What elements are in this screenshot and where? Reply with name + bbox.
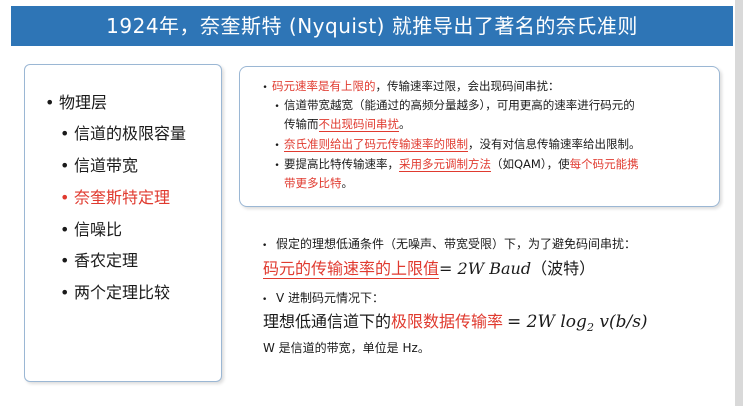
note-text: （如QAM），使 <box>491 157 570 171</box>
note-red-text: 奈氏准则给出了码元传输速率的限制 <box>284 137 468 152</box>
note-text: 。 <box>341 176 354 190</box>
nyquist-notes-box: • 码元速率是有上限的，传输速率过限，会出现码间串扰： • 信道带宽越宽（能通过的高… <box>239 66 720 207</box>
outline-item-compare: • 两个定理比较 <box>60 283 171 302</box>
max-rate-label: 极限数据传输率 <box>391 312 504 331</box>
note-nyquist-rule: • 奈氏准则给出了码元传输速率的限制，没有对信息传输速率给出限制。 <box>274 137 641 152</box>
assumption-line: • 假定的理想低通条件（无噪声、带宽受限）下，为了避免码间串扰： <box>262 237 637 251</box>
note-bandwidth: • 信道带宽越宽（能通过的高频分量越多），可用更高的速率进行码元的 <box>274 98 635 112</box>
outline-label: 两个定理比较 <box>74 283 171 302</box>
outline-item-shannon: • 香农定理 <box>60 251 139 270</box>
baud-limit-equation: = 2W Baud <box>439 259 532 278</box>
window-edge <box>735 0 743 406</box>
note-text: 要提高比特传输速率， <box>284 157 399 171</box>
max-rate-prefix: 理想低通信道下的 <box>263 312 392 331</box>
baud-limit-line: 码元的传输速率的上限值= 2W Baud（波特） <box>263 258 595 280</box>
note-multilevel-cont: 带更多比特。 <box>284 175 353 191</box>
outline-item-snr: • 信噪比 <box>60 220 123 239</box>
v-level-line: • V 进制码元情况下： <box>262 291 385 305</box>
outline-item-bandwidth: • 信道带宽 <box>60 156 139 175</box>
outline-panel: • 物理层 • 信道的极限容量 • 信道带宽 • 奈奎斯特定理 • 信噪比 • 香农定理 •… <box>24 64 222 382</box>
note-red-text: 采用多元调制方法 <box>399 157 491 172</box>
note-red-text: 每个码元能携 <box>569 157 639 171</box>
note-text: ，没有对信息传输速率给出限制。 <box>468 137 641 151</box>
note-text: ，传输速率过限，会出现码间串扰： <box>375 79 560 93</box>
assumption-text: 假定的理想低通条件（无噪声、带宽受限）下，为了避免码间串扰： <box>276 237 637 251</box>
outline-label: 信噪比 <box>74 220 123 239</box>
baud-limit-label: 码元的传输速率的上限值 <box>263 259 440 279</box>
bandwidth-note: W 是信道的带宽，单位是 Hz。 <box>263 340 430 356</box>
note-bandwidth-cont: 传输而不出现码间串扰。 <box>284 116 411 132</box>
outline-item-channel-capacity: • 信道的极限容量 <box>60 124 187 143</box>
outline-label: 信道的极限容量 <box>74 124 187 143</box>
max-rate-equation: = 2W log <box>507 312 587 332</box>
outline-label: 物理层 <box>59 93 108 112</box>
note-red-text: 带更多比特 <box>284 176 342 190</box>
baud-limit-unit: （波特） <box>531 259 596 278</box>
max-rate-unit: v(b/s) <box>593 312 648 332</box>
note-multilevel: • 要提高比特传输速率，采用多元调制方法（如QAM），使每个码元能携 <box>274 157 639 172</box>
note-text: 信道带宽越宽（能通过的高频分量越多），可用更高的速率进行码元的 <box>284 98 635 112</box>
max-rate-line: 理想低通信道下的极限数据传输率 = 2W log2 v(b/s) <box>263 310 648 340</box>
note-red-text: 码元速率是有上限的 <box>272 79 376 93</box>
outline-label: 信道带宽 <box>74 156 139 175</box>
bandwidth-note-text: W 是信道的带宽，单位是 Hz。 <box>263 341 430 355</box>
note-red-text: 不出现码间串扰 <box>318 117 399 132</box>
outline-item-nyquist: • 奈奎斯特定理 <box>60 188 171 207</box>
outline-label: 香农定理 <box>74 251 139 270</box>
log-base: 2 <box>586 321 594 335</box>
slide-title: 1924年，奈奎斯特 (Nyquist) 就推导出了著名的奈氏准则 <box>11 6 733 46</box>
outline-item-physical-layer: • 物理层 <box>45 93 108 112</box>
outline-label: 奈奎斯特定理 <box>74 188 171 207</box>
note-text: 传输而 <box>284 117 319 131</box>
v-level-text: V 进制码元情况下： <box>276 291 385 305</box>
note-rate-limit: • 码元速率是有上限的，传输速率过限，会出现码间串扰： <box>262 79 560 93</box>
note-text: 。 <box>399 117 411 131</box>
